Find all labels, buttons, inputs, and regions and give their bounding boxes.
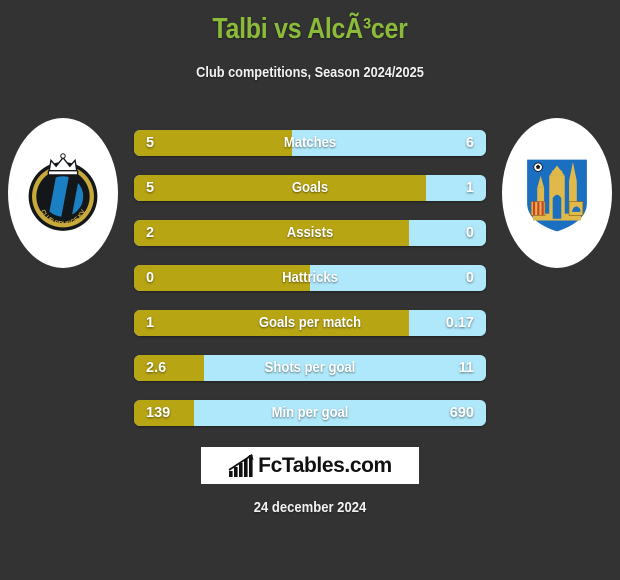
club-brugge-badge-art: CLUB BRUGGE KV bbox=[20, 150, 106, 236]
bar-chart-icon bbox=[228, 453, 254, 477]
logo-text: FcTables.com bbox=[258, 453, 392, 477]
home-team-badge: CLUB BRUGGE KV bbox=[8, 118, 118, 268]
stat-label: Matches bbox=[283, 135, 337, 151]
away-value: 0 bbox=[465, 270, 474, 286]
stat-row-matches: 5 Matches 6 bbox=[134, 130, 486, 156]
stat-row-goals-per-match: 1 Goals per match 0.17 bbox=[134, 310, 486, 336]
stat-row-assists: 2 Assists 0 bbox=[134, 220, 486, 246]
away-value: 690 bbox=[449, 405, 474, 421]
stat-row-hattricks: 0 Hattricks 0 bbox=[134, 265, 486, 291]
stat-label: Hattricks bbox=[282, 270, 338, 286]
stat-label: Shots per goal bbox=[264, 360, 356, 376]
castle-crest-badge-art bbox=[514, 150, 600, 236]
stat-label: Goals per match bbox=[258, 315, 362, 331]
page-subtitle: Club competitions, Season 2024/2025 bbox=[196, 65, 424, 81]
castle-crest-icon bbox=[524, 157, 590, 234]
away-value: 1 bbox=[465, 180, 474, 196]
date-label: 24 december 2024 bbox=[253, 500, 367, 516]
stat-label: Assists bbox=[286, 225, 334, 241]
away-value: 0.17 bbox=[445, 315, 474, 331]
away-value: 0 bbox=[465, 225, 474, 241]
club-brugge-crest-icon: CLUB BRUGGE KV bbox=[28, 153, 98, 231]
stat-row-shots-per-goal: 2.6 Shots per goal 11 bbox=[134, 355, 486, 381]
stat-label: Min per goal bbox=[271, 405, 349, 421]
fctables-logo[interactable]: FcTables.com bbox=[201, 447, 419, 484]
stat-row-goals: 5 Goals 1 bbox=[134, 175, 486, 201]
away-value: 6 bbox=[465, 135, 474, 151]
stat-row-min-per-goal: 139 Min per goal 690 bbox=[134, 400, 486, 426]
away-value: 11 bbox=[458, 360, 474, 376]
page-title: Talbi vs AlcÃ³cer bbox=[212, 13, 408, 45]
away-team-badge bbox=[502, 118, 612, 268]
stats-comparison-chart: 5 Matches 6 5 Goals 1 2 Assists 0 0 Hatt… bbox=[134, 130, 486, 445]
stat-label: Goals bbox=[291, 180, 329, 196]
